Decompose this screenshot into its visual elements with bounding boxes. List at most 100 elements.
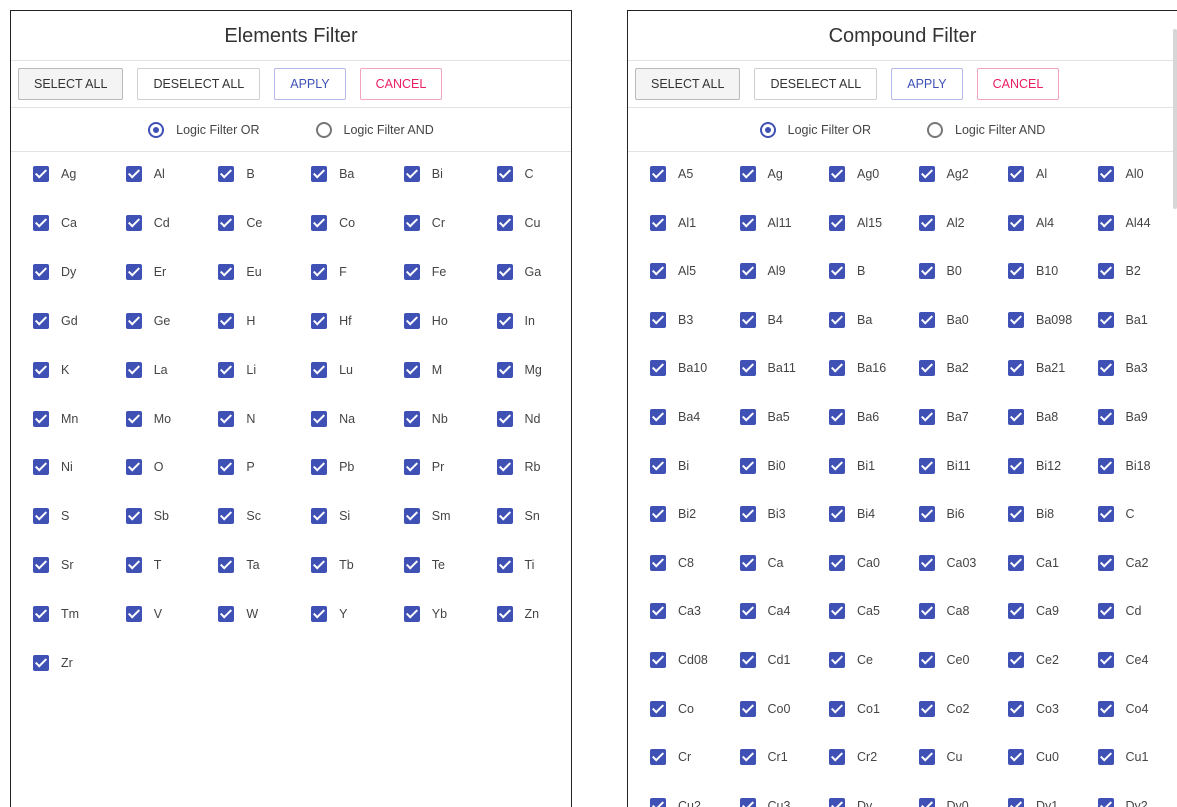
- checkbox-item[interactable]: Si: [311, 505, 350, 527]
- checkbox-item[interactable]: Mn: [33, 408, 78, 430]
- checkbox-item[interactable]: Ga: [496, 261, 541, 283]
- checkbox-item[interactable]: Cd: [1097, 600, 1141, 622]
- checkbox-item[interactable]: Y: [311, 603, 347, 625]
- checkbox-item[interactable]: B: [829, 260, 865, 282]
- checkbox-item[interactable]: Al1: [650, 212, 696, 234]
- checkbox-item[interactable]: B10: [1008, 260, 1058, 282]
- checkbox-item[interactable]: Ba21: [1008, 357, 1065, 379]
- cancel-button[interactable]: CANCEL: [976, 68, 1060, 100]
- checkbox-item[interactable]: Ba5: [739, 406, 790, 428]
- checkbox-item[interactable]: Ca4: [739, 600, 790, 622]
- checkbox-item[interactable]: Co2: [918, 698, 969, 720]
- checkbox-item[interactable]: Dy: [33, 261, 76, 283]
- checkbox-item[interactable]: Ca3: [650, 600, 701, 622]
- checkbox-item[interactable]: Ca: [33, 212, 77, 234]
- checkbox-item[interactable]: Bi1: [829, 455, 875, 477]
- cancel-button[interactable]: CANCEL: [359, 68, 443, 100]
- checkbox-item[interactable]: Ni: [33, 456, 73, 478]
- checkbox-item[interactable]: Ca5: [829, 600, 880, 622]
- checkbox-item[interactable]: Ba10: [650, 357, 707, 379]
- checkbox-item[interactable]: Co0: [739, 698, 790, 720]
- checkbox-item[interactable]: Cu: [496, 212, 540, 234]
- checkbox-item[interactable]: Ca2: [1097, 552, 1148, 574]
- checkbox-item[interactable]: Rb: [496, 456, 540, 478]
- deselect-all-button[interactable]: DESELECT ALL: [754, 68, 878, 100]
- checkbox-item[interactable]: Ba16: [829, 357, 886, 379]
- checkbox-item[interactable]: Ce0: [918, 649, 969, 671]
- checkbox-item[interactable]: Ca: [739, 552, 783, 574]
- checkbox-item[interactable]: Ba3: [1097, 357, 1148, 379]
- checkbox-item[interactable]: Ba0: [918, 309, 969, 331]
- checkbox-item[interactable]: Co3: [1008, 698, 1059, 720]
- checkbox-item[interactable]: Sm: [403, 505, 451, 527]
- checkbox-item[interactable]: Ca8: [918, 600, 969, 622]
- checkbox-item[interactable]: Co: [311, 212, 355, 234]
- checkbox-item[interactable]: Bi6: [918, 503, 965, 525]
- checkbox-item[interactable]: Er: [125, 261, 166, 283]
- checkbox-item[interactable]: A5: [650, 163, 693, 185]
- checkbox-item[interactable]: Dy1: [1008, 795, 1058, 807]
- checkbox-item[interactable]: S: [33, 505, 69, 527]
- checkbox-item[interactable]: Bi: [403, 163, 443, 185]
- checkbox-item[interactable]: Fe: [403, 261, 446, 283]
- checkbox-item[interactable]: Cr: [650, 746, 691, 768]
- checkbox-item[interactable]: M: [403, 359, 442, 381]
- checkbox-item[interactable]: Ba: [311, 163, 354, 185]
- checkbox-item[interactable]: Sb: [125, 505, 169, 527]
- checkbox-item[interactable]: Ba4: [650, 406, 700, 428]
- checkbox-item[interactable]: Ba11: [739, 357, 796, 379]
- checkbox-item[interactable]: Ca9: [1008, 600, 1059, 622]
- checkbox-item[interactable]: B4: [739, 309, 783, 331]
- checkbox-item[interactable]: Ta: [218, 554, 260, 576]
- checkbox-item[interactable]: Ag: [739, 163, 783, 185]
- checkbox-item[interactable]: Al11: [739, 212, 792, 234]
- checkbox-item[interactable]: Cr2: [829, 746, 877, 768]
- checkbox-item[interactable]: Al5: [650, 260, 696, 282]
- checkbox-item[interactable]: Ba: [829, 309, 872, 331]
- checkbox-item[interactable]: Lu: [311, 359, 353, 381]
- checkbox-item[interactable]: Al4: [1008, 212, 1054, 234]
- checkbox-item[interactable]: Ca0: [829, 552, 880, 574]
- checkbox-item[interactable]: Ag2: [918, 163, 969, 185]
- checkbox-item[interactable]: Na: [311, 408, 355, 430]
- checkbox-item[interactable]: Bi4: [829, 503, 875, 525]
- checkbox-item[interactable]: Nb: [403, 408, 448, 430]
- checkbox-item[interactable]: Tm: [33, 603, 79, 625]
- select-all-button[interactable]: SELECT ALL: [635, 68, 741, 100]
- checkbox-item[interactable]: Al15: [829, 212, 882, 234]
- checkbox-item[interactable]: Ti: [496, 554, 534, 576]
- checkbox-item[interactable]: Cu1: [1097, 746, 1148, 768]
- checkbox-item[interactable]: Yb: [403, 603, 447, 625]
- apply-button[interactable]: APPLY: [891, 68, 963, 100]
- checkbox-item[interactable]: Ca03: [918, 552, 976, 574]
- checkbox-item[interactable]: Ho: [403, 310, 448, 332]
- checkbox-item[interactable]: Ba6: [829, 406, 879, 428]
- checkbox-item[interactable]: Sn: [496, 505, 540, 527]
- checkbox-item[interactable]: Al: [125, 163, 165, 185]
- checkbox-item[interactable]: Co1: [829, 698, 880, 720]
- checkbox-item[interactable]: Cu0: [1008, 746, 1059, 768]
- checkbox-item[interactable]: Ba2: [918, 357, 969, 379]
- checkbox-item[interactable]: Mo: [125, 408, 171, 430]
- checkbox-item[interactable]: C8: [650, 552, 694, 574]
- checkbox-item[interactable]: W: [218, 603, 258, 625]
- deselect-all-button[interactable]: DESELECT ALL: [137, 68, 261, 100]
- logic-filter-or-radio[interactable]: Logic Filter OR: [148, 121, 260, 138]
- checkbox-item[interactable]: Ba8: [1008, 406, 1058, 428]
- checkbox-item[interactable]: B0: [918, 260, 962, 282]
- checkbox-item[interactable]: Bi3: [739, 503, 786, 525]
- checkbox-item[interactable]: Bi: [650, 455, 689, 477]
- checkbox-item[interactable]: Nd: [496, 408, 540, 430]
- checkbox-item[interactable]: Ba9: [1097, 406, 1148, 428]
- checkbox-item[interactable]: Co: [650, 698, 694, 720]
- checkbox-item[interactable]: Al2: [918, 212, 965, 234]
- checkbox-item[interactable]: Cr1: [739, 746, 788, 768]
- checkbox-item[interactable]: Zn: [496, 603, 539, 625]
- checkbox-item[interactable]: Ag0: [829, 163, 879, 185]
- checkbox-item[interactable]: Bi11: [918, 455, 971, 477]
- checkbox-item[interactable]: Ba7: [918, 406, 969, 428]
- checkbox-item[interactable]: O: [125, 456, 163, 478]
- checkbox-item[interactable]: Eu: [218, 261, 262, 283]
- checkbox-item[interactable]: Al44: [1097, 212, 1151, 234]
- logic-filter-or-radio[interactable]: Logic Filter OR: [759, 121, 871, 138]
